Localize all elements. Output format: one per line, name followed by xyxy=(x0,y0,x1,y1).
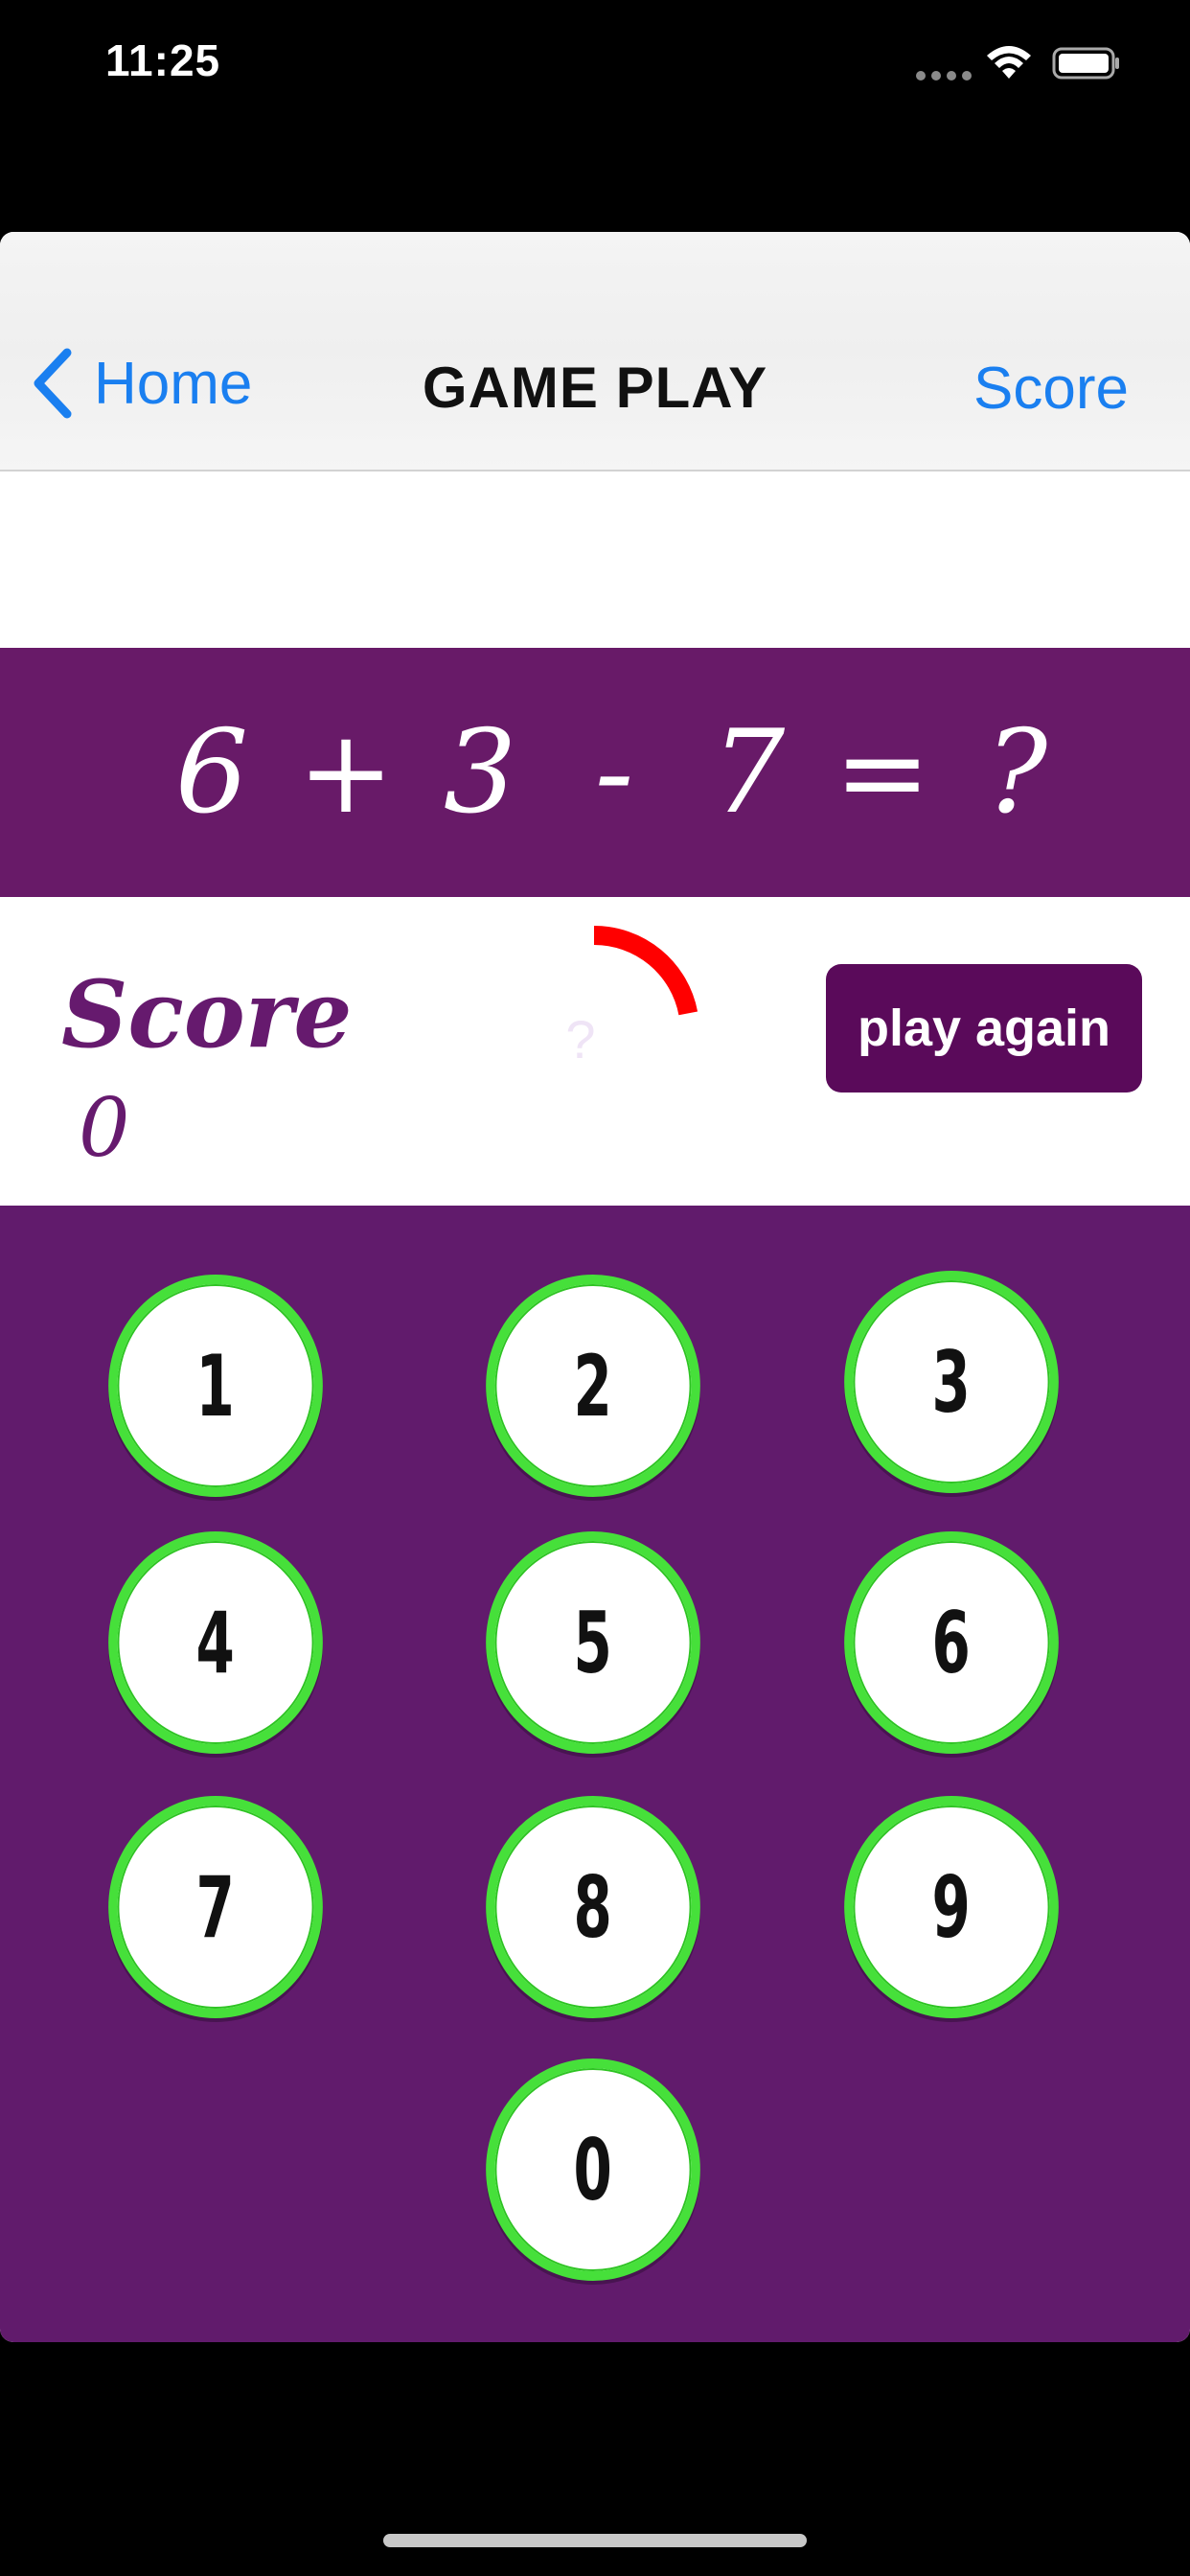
home-indicator[interactable] xyxy=(383,2534,807,2547)
equation-operand: 6 xyxy=(174,705,249,840)
equation-operator: + xyxy=(297,705,395,840)
key-2[interactable]: 2 xyxy=(486,1275,700,1497)
equation-answer: ? xyxy=(985,705,1048,840)
equation-operand: 3 xyxy=(443,705,517,840)
equation: 6 + 3 - 7 = ? xyxy=(106,706,1084,840)
equation-operand: 7 xyxy=(711,705,786,840)
key-8[interactable]: 8 xyxy=(486,1796,700,2018)
timer-ring xyxy=(514,926,699,1127)
equation-equals: = xyxy=(834,705,931,840)
navigation-bar: Home GAME PLAY Score xyxy=(0,232,1190,472)
score-panel: Score 0 ? play again xyxy=(0,897,1190,1206)
wifi-icon xyxy=(987,46,1031,79)
key-1[interactable]: 1 xyxy=(108,1275,323,1497)
equation-operator: - xyxy=(594,705,634,840)
score-nav-button[interactable]: Score xyxy=(973,355,1129,423)
timer-text: ? xyxy=(565,1009,596,1070)
key-0[interactable]: 0 xyxy=(486,2058,700,2281)
cellular-signal-icon xyxy=(916,71,972,80)
equation-banner: 6 + 3 - 7 = ? xyxy=(0,648,1190,897)
key-4[interactable]: 4 xyxy=(108,1531,323,1754)
play-again-button[interactable]: play again xyxy=(826,964,1142,1092)
status-bar: 11:25 xyxy=(0,0,1190,134)
number-keypad: 1 2 3 4 5 6 7 8 9 0 xyxy=(0,1206,1190,2342)
score-label: Score xyxy=(61,960,353,1069)
key-6[interactable]: 6 xyxy=(844,1531,1059,1754)
key-7[interactable]: 7 xyxy=(108,1796,323,2018)
app-screen: Home GAME PLAY Score 6 + 3 - 7 = ? Score… xyxy=(0,232,1190,2342)
battery-icon xyxy=(1052,47,1119,80)
key-3[interactable]: 3 xyxy=(844,1271,1059,1493)
key-9[interactable]: 9 xyxy=(844,1796,1059,2018)
status-time: 11:25 xyxy=(105,35,221,85)
score-value: 0 xyxy=(79,1081,130,1175)
key-5[interactable]: 5 xyxy=(486,1531,700,1754)
